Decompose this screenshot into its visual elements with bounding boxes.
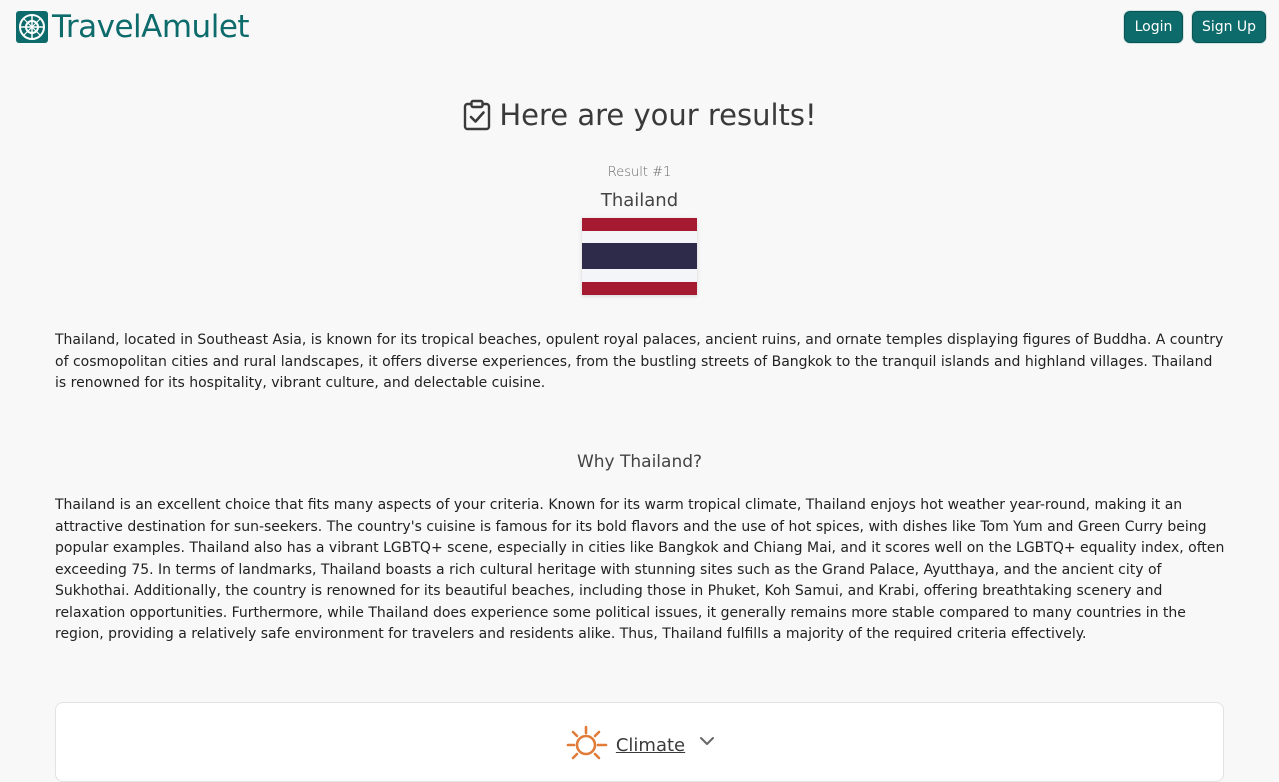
logo-text: TravelAmulet bbox=[52, 9, 250, 45]
country-description: Thailand, located in Southeast Asia, is … bbox=[55, 332, 1224, 391]
signup-button[interactable]: Sign Up bbox=[1192, 11, 1266, 43]
sun-icon bbox=[566, 725, 608, 760]
top-navbar: TravelAmulet Login Sign Up bbox=[0, 0, 1279, 56]
page-title: Here are your results! bbox=[499, 98, 817, 132]
climate-label[interactable]: Climate bbox=[616, 735, 685, 756]
chevron-down-icon[interactable] bbox=[699, 735, 715, 747]
result-number: Result #1 bbox=[607, 165, 672, 180]
climate-toggle[interactable]: Climate bbox=[56, 725, 1223, 765]
why-heading: Why Thailand? bbox=[576, 452, 703, 472]
climate-card: Climate bbox=[55, 702, 1224, 782]
clipboard-check-icon bbox=[464, 99, 491, 131]
country-name: Thailand bbox=[600, 190, 679, 211]
results-heading: Here are your results! bbox=[0, 98, 1279, 132]
thailand-flag bbox=[582, 218, 697, 295]
logo-globe-icon bbox=[16, 11, 48, 43]
login-button[interactable]: Login bbox=[1124, 11, 1183, 43]
logo-link[interactable]: TravelAmulet bbox=[16, 9, 250, 45]
why-description: Thailand is an excellent choice that fit… bbox=[55, 497, 1225, 642]
